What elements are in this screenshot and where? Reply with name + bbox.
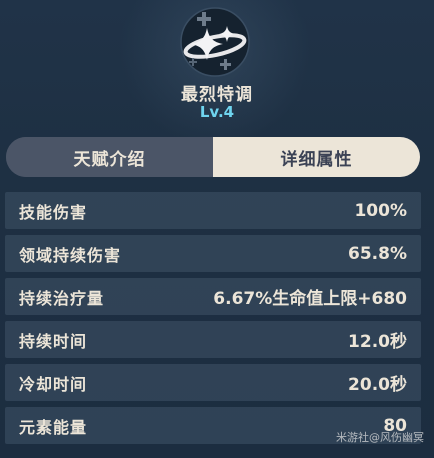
stat-value: 6.67%生命值上限+680: [213, 289, 407, 309]
talent-detail-panel: 最烈特调 Lv.4 天赋介绍 详细属性 技能伤害 100% 领域持续伤害 65.…: [0, 0, 434, 458]
tab-detail-attributes[interactable]: 详细属性: [213, 137, 420, 177]
stat-value: 12.0秒: [348, 332, 407, 352]
stat-row-skill-damage: 技能伤害 100%: [5, 192, 421, 229]
tab-talent-intro[interactable]: 天赋介绍: [6, 137, 213, 177]
stat-label: 技能伤害: [19, 202, 88, 222]
stat-row-cooldown: 冷却时间 20.0秒: [5, 364, 421, 401]
stat-label: 领域持续伤害: [19, 245, 122, 265]
talent-level: Lv.4: [199, 103, 235, 121]
talent-name: 最烈特调: [181, 85, 253, 105]
stat-value: 100%: [354, 200, 407, 221]
stat-label: 持续时间: [19, 331, 88, 351]
stat-row-duration: 持续时间 12.0秒: [5, 321, 421, 358]
stat-value: 20.0秒: [348, 375, 407, 395]
stats-list: 技能伤害 100% 领域持续伤害 65.8% 持续治疗量 6.67%生命值上限+…: [5, 192, 421, 450]
stat-row-continuous-healing: 持续治疗量 6.67%生命值上限+680: [5, 278, 421, 315]
talent-emblem: [163, 6, 267, 78]
stat-label: 元素能量: [19, 417, 88, 437]
stat-label: 冷却时间: [19, 374, 88, 394]
watermark: 米游社@风伤幽冥: [336, 431, 424, 444]
tab-bar: 天赋介绍 详细属性: [6, 137, 420, 177]
stat-row-field-dot-damage: 领域持续伤害 65.8%: [5, 235, 421, 272]
stat-value: 65.8%: [348, 243, 407, 264]
talent-sparkle-icon: [180, 7, 250, 77]
stat-label: 持续治疗量: [19, 288, 105, 308]
